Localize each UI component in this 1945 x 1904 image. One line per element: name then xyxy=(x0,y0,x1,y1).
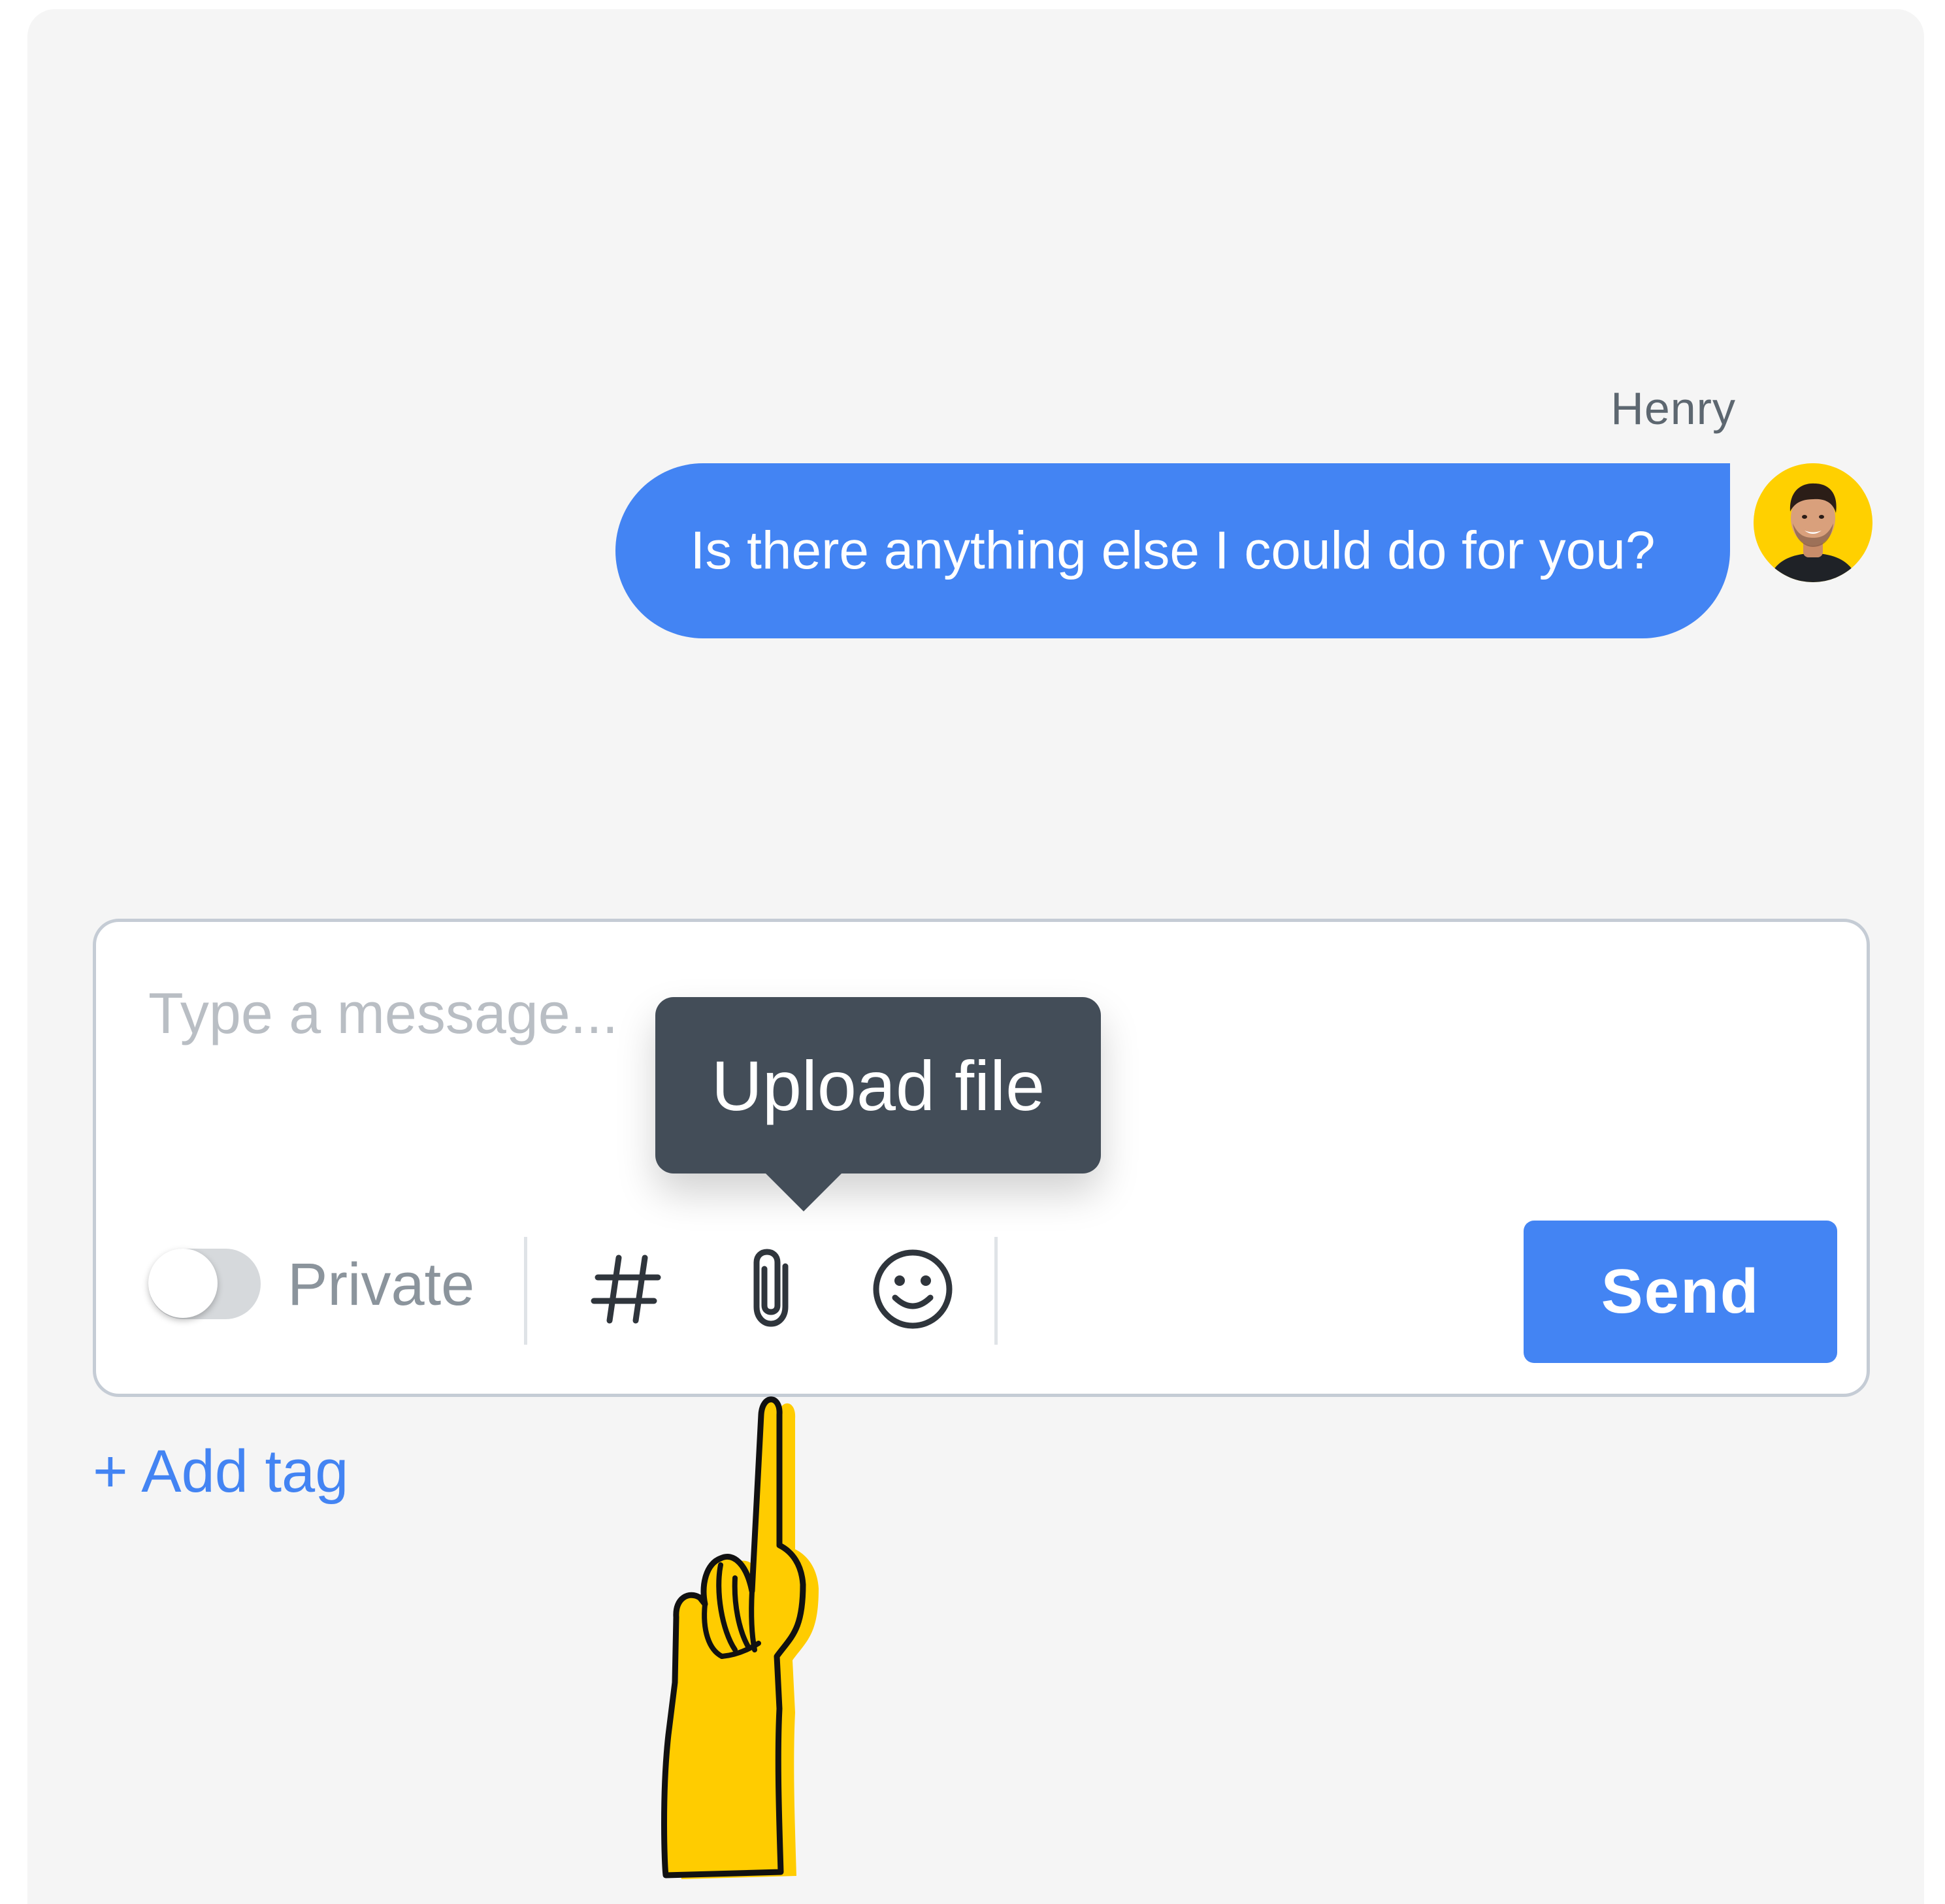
add-tag-link[interactable]: + Add tag xyxy=(93,1437,348,1506)
tooltip-arrow xyxy=(764,1172,843,1211)
message-text: Is there anything else I could do for yo… xyxy=(690,521,1656,580)
hashtag-icon xyxy=(591,1255,661,1324)
message-bubble: Is there anything else I could do for yo… xyxy=(615,463,1730,638)
hashtag-button[interactable] xyxy=(581,1243,672,1335)
sender-name: Henry xyxy=(1610,383,1736,434)
avatar[interactable] xyxy=(1754,463,1872,582)
emoji-button[interactable] xyxy=(867,1243,958,1335)
private-toggle[interactable] xyxy=(148,1249,261,1319)
private-label: Private xyxy=(287,1251,475,1318)
paperclip-icon xyxy=(753,1249,789,1327)
smiley-icon xyxy=(873,1249,953,1329)
attach-file-button[interactable] xyxy=(727,1243,818,1335)
tooltip-text: Upload file xyxy=(711,1045,1045,1125)
toolbar-divider xyxy=(994,1237,998,1345)
pointing-hand-icon xyxy=(624,1369,833,1895)
upload-file-tooltip: Upload file xyxy=(655,997,1101,1174)
toolbar-divider xyxy=(524,1237,527,1345)
person-photo-icon xyxy=(1754,463,1872,582)
send-button[interactable]: Send xyxy=(1524,1221,1837,1363)
toggle-knob xyxy=(148,1249,218,1318)
